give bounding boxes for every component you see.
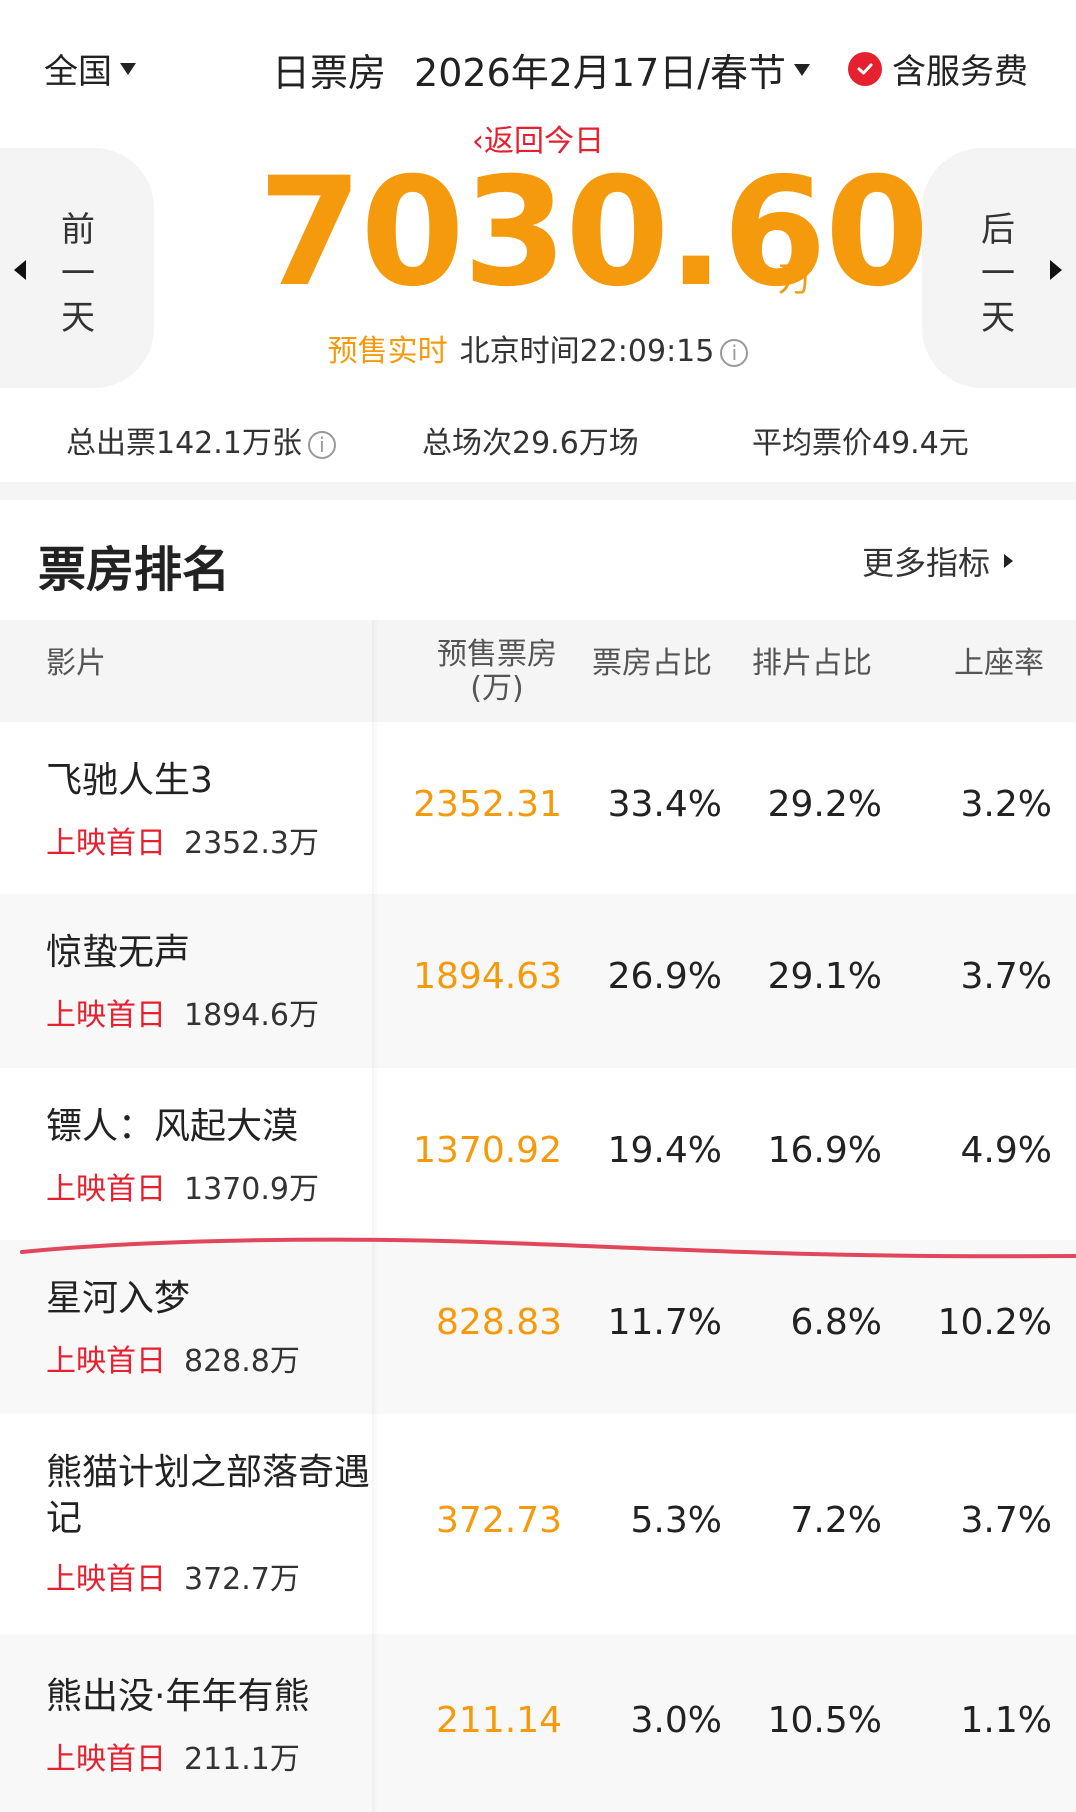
first-day-amount: 372.7万: [184, 1562, 300, 1597]
occupancy-cell: 4.9%: [960, 1130, 1052, 1171]
hand-drawn-red-line: [20, 1237, 1076, 1259]
first-day-amount: 211.1万: [184, 1742, 300, 1777]
film-name: 飞驰人生3: [46, 760, 213, 801]
occupancy-cell: 3.7%: [960, 956, 1052, 997]
first-day-info: 上映首日 2352.3万: [46, 818, 319, 862]
col-occupancy[interactable]: 上座率: [954, 638, 1044, 682]
service-fee-label: 含服务费: [892, 52, 1028, 92]
realtime-line: 预售实时 北京时间22:09:15 i: [0, 326, 1076, 370]
share-cell: 3.0%: [630, 1700, 722, 1741]
region-selector[interactable]: 全国: [44, 44, 136, 93]
stat-tickets-label: 总出票142.1万张: [66, 426, 302, 461]
box-office-page: 全国 日票房 2026年2月17日/春节 含服务费 ‹返回今日 前一天 后一天 …: [0, 0, 1076, 1812]
share-cell: 33.4%: [607, 784, 722, 825]
film-name: 熊猫计划之部落奇遇记: [46, 1452, 371, 1539]
table-row[interactable]: 熊出没·年年有熊 上映首日 211.1万 211.14 3.0% 10.5% 1.…: [0, 1634, 1076, 1812]
stat-shows: 总场次29.6万场: [422, 426, 639, 461]
schedule-cell: 29.1%: [767, 956, 882, 997]
gross-cell: 1370.92: [413, 1130, 562, 1171]
occupancy-cell: 3.2%: [960, 784, 1052, 825]
section-divider: [0, 482, 1076, 500]
share-cell: 26.9%: [607, 956, 722, 997]
triangle-down-icon: [120, 62, 136, 75]
triangle-right-icon: [1050, 260, 1062, 280]
first-day-tag: 上映首日: [46, 998, 166, 1033]
first-day-tag: 上映首日: [46, 1344, 166, 1379]
triangle-left-icon: [14, 260, 26, 280]
col-gross[interactable]: 预售票房 (万): [430, 638, 564, 706]
first-day-info: 上映首日 1894.6万: [46, 990, 319, 1034]
col-gross-label: 预售票房: [437, 637, 557, 672]
gross-cell: 372.73: [436, 1500, 562, 1541]
total-unit: 万: [778, 260, 812, 300]
gross-cell: 211.14: [436, 1700, 562, 1741]
share-cell: 11.7%: [607, 1302, 722, 1343]
first-day-tag: 上映首日: [46, 1172, 166, 1207]
gross-cell: 828.83: [436, 1302, 562, 1343]
occupancy-cell: 1.1%: [960, 1700, 1052, 1741]
first-day-amount: 1894.6万: [184, 998, 319, 1033]
stat-tickets: 总出票142.1万张 i: [66, 418, 336, 462]
table-row[interactable]: 熊猫计划之部落奇遇记 上映首日 372.7万 372.73 5.3% 7.2% 3…: [0, 1414, 1076, 1634]
film-name: 熊出没·年年有熊: [46, 1676, 310, 1717]
table-row[interactable]: 飞驰人生3 上映首日 2352.3万 2352.31 33.4% 29.2% 3.…: [0, 722, 1076, 894]
film-name: 镖人：风起大漠: [46, 1106, 299, 1147]
first-day-tag: 上映首日: [46, 1562, 166, 1597]
first-day-info: 上映首日 1370.9万: [46, 1164, 319, 1208]
date-label: 2026年2月17日/春节: [414, 51, 787, 95]
col-gross-unit: (万): [470, 671, 524, 706]
ranking-title: 票房排名: [38, 542, 231, 598]
more-metrics-label: 更多指标: [862, 544, 991, 582]
first-day-info: 上映首日 372.7万: [46, 1554, 300, 1598]
occupancy-cell: 10.2%: [937, 1302, 1052, 1343]
page-title: 日票房: [272, 51, 387, 95]
share-cell: 5.3%: [630, 1500, 722, 1541]
col-film[interactable]: 影片: [46, 638, 106, 682]
service-fee-toggle[interactable]: 含服务费: [848, 44, 1028, 93]
col-schedule[interactable]: 排片占比: [752, 638, 872, 682]
presale-label: 预售实时: [327, 334, 448, 369]
schedule-cell: 16.9%: [767, 1130, 882, 1171]
total-box-office: 7030.60: [258, 146, 929, 320]
date-selector[interactable]: 日票房 2026年2月17日/春节: [272, 42, 811, 97]
schedule-cell: 7.2%: [790, 1500, 882, 1541]
col-share[interactable]: 票房占比: [592, 638, 712, 682]
triangle-right-icon: [1004, 554, 1014, 568]
first-day-tag: 上映首日: [46, 1742, 166, 1777]
first-day-amount: 1370.9万: [184, 1172, 319, 1207]
table-row[interactable]: 惊蛰无声 上映首日 1894.6万 1894.63 26.9% 29.1% 3.7…: [0, 894, 1076, 1068]
gross-cell: 2352.31: [413, 784, 562, 825]
check-circle-icon: [848, 51, 882, 86]
gross-cell: 1894.63: [413, 956, 562, 997]
info-icon[interactable]: i: [307, 430, 336, 459]
first-day-info: 上映首日 828.8万: [46, 1336, 300, 1380]
first-day-amount: 828.8万: [184, 1344, 300, 1379]
film-name: 星河入梦: [46, 1278, 191, 1319]
schedule-cell: 6.8%: [790, 1302, 882, 1343]
first-day-amount: 2352.3万: [184, 826, 319, 861]
share-cell: 19.4%: [607, 1130, 722, 1171]
next-day-label: 后一天: [981, 210, 1015, 338]
film-name: 惊蛰无声: [46, 932, 191, 973]
occupancy-cell: 3.7%: [960, 1500, 1052, 1541]
stat-avg-price: 平均票价49.4元: [752, 426, 969, 461]
more-metrics-button[interactable]: 更多指标: [862, 538, 1014, 584]
schedule-cell: 10.5%: [767, 1700, 882, 1741]
triangle-down-icon: [794, 63, 811, 76]
frozen-column-shadow: [372, 620, 378, 1812]
first-day-tag: 上映首日: [46, 826, 166, 861]
time-label: 北京时间22:09:15: [459, 334, 715, 369]
first-day-info: 上映首日 211.1万: [46, 1734, 300, 1778]
region-label: 全国: [44, 52, 112, 92]
schedule-cell: 29.2%: [767, 784, 882, 825]
info-icon[interactable]: i: [720, 338, 749, 367]
prev-day-label: 前一天: [61, 210, 95, 338]
table-header: 影片 预售票房 (万) 票房占比 排片占比 上座率: [0, 620, 1076, 722]
table-row[interactable]: 镖人：风起大漠 上映首日 1370.9万 1370.92 19.4% 16.9% …: [0, 1068, 1076, 1240]
top-bar: 全国 日票房 2026年2月17日/春节 含服务费: [0, 0, 1076, 130]
